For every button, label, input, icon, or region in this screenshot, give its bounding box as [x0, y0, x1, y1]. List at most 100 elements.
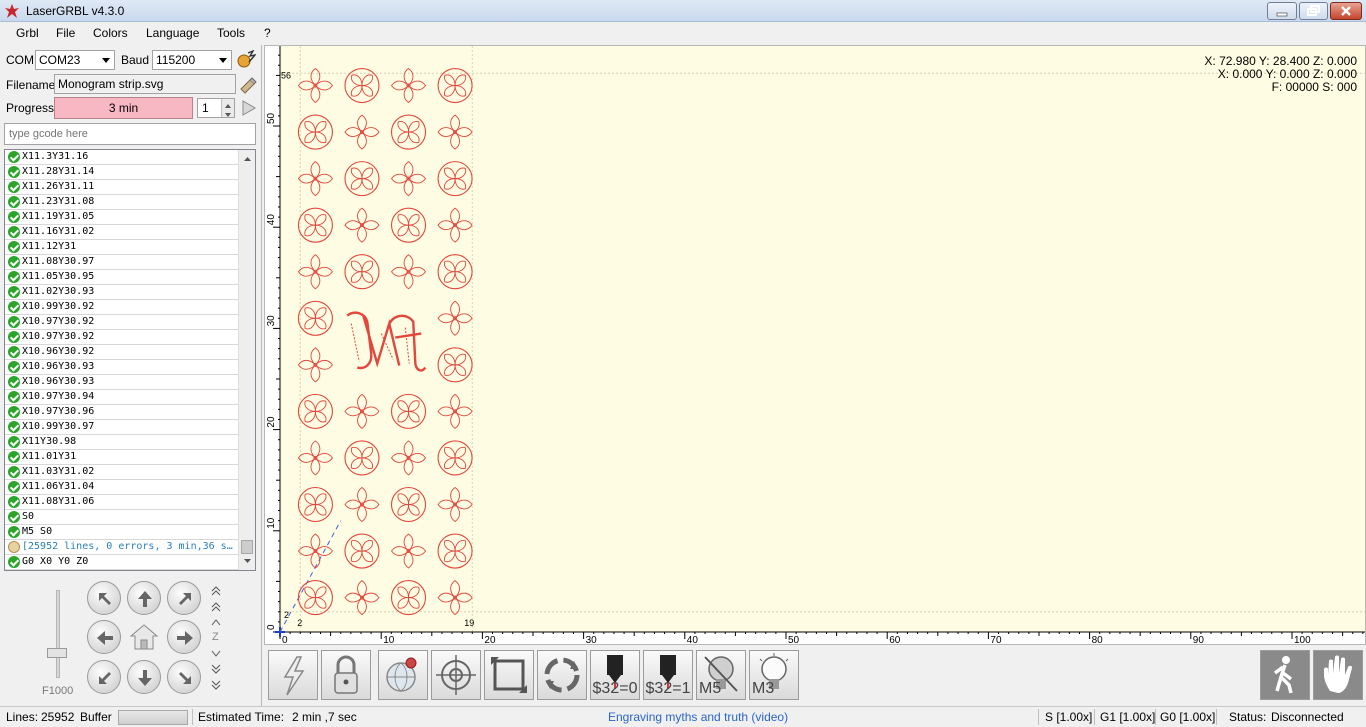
check-circle-icon [8, 451, 20, 463]
log-row[interactable]: X11.16Y31.02 [5, 225, 239, 240]
estimated-time-value: 2 min ,7 sec [292, 710, 357, 724]
log-row[interactable]: X11.28Y31.14 [5, 165, 239, 180]
log-row[interactable]: X10.97Y30.94 [5, 390, 239, 405]
log-row[interactable]: X11.02Y30.93 [5, 285, 239, 300]
log-row[interactable]: X11.12Y31 [5, 240, 239, 255]
s-override[interactable]: S [1.00x] [1045, 710, 1092, 724]
log-row[interactable]: X10.96Y30.93 [5, 375, 239, 390]
restore-button[interactable] [1299, 2, 1328, 20]
log-row[interactable]: X11.23Y31.08 [5, 195, 239, 210]
resume-button[interactable] [1260, 650, 1310, 700]
z-up-medium-icon[interactable] [207, 601, 225, 613]
unlock-button[interactable] [321, 650, 371, 700]
baud-rate-select[interactable]: 115200 [152, 50, 232, 70]
feed-rate-label: F1000 [42, 685, 74, 697]
menu-language[interactable]: Language [146, 26, 199, 40]
menu-tools[interactable]: Tools [217, 26, 245, 40]
log-row[interactable]: X11.26Y31.11 [5, 180, 239, 195]
jog-se-button[interactable] [167, 660, 201, 694]
com-port-select[interactable]: COM23 [35, 50, 115, 70]
laser-mode-off-label: $32=0 [592, 680, 638, 697]
filename-value: Monogram strip.svg [58, 77, 164, 91]
log-row[interactable]: X11.08Y30.97 [5, 255, 239, 270]
x-tick-label: 80 [1092, 635, 1104, 644]
scroll-up-icon [244, 157, 251, 161]
stepper-down-button[interactable] [221, 108, 234, 117]
menu-file[interactable]: File [56, 26, 75, 40]
log-scrollbar[interactable] [238, 150, 255, 570]
log-row[interactable]: X11.08Y31.06 [5, 495, 239, 510]
home-icon [129, 624, 159, 650]
status-separator [1155, 709, 1156, 725]
log-row[interactable]: X10.96Y30.92 [5, 345, 239, 360]
jog-nw-button[interactable] [87, 581, 121, 615]
z-down-medium-icon[interactable] [207, 663, 225, 675]
stepper-up-button[interactable] [221, 99, 234, 108]
feed-slider-track[interactable] [56, 590, 60, 678]
laser-mode-on-button[interactable]: $32=1 [643, 650, 693, 700]
jog-n-button[interactable] [127, 581, 161, 615]
log-row[interactable]: X10.96Y30.93 [5, 360, 239, 375]
set-zero-button[interactable] [378, 650, 428, 700]
globe-pin-icon [386, 657, 417, 692]
stop-button[interactable] [1313, 650, 1363, 700]
log-row[interactable]: M5 S0 [5, 525, 239, 540]
log-row[interactable]: X10.97Y30.92 [5, 330, 239, 345]
center-button[interactable] [431, 650, 481, 700]
log-row[interactable]: X11.03Y31.02 [5, 465, 239, 480]
z-up-icon[interactable] [207, 617, 225, 629]
passes-stepper[interactable]: 1 [197, 98, 235, 118]
log-row[interactable]: X10.99Y30.97 [5, 420, 239, 435]
jog-ne-button[interactable] [167, 581, 201, 615]
minimize-button[interactable] [1267, 2, 1297, 20]
log-row[interactable]: S0 [5, 510, 239, 525]
close-button[interactable] [1330, 2, 1362, 20]
reset-button[interactable] [268, 650, 318, 700]
run-icon[interactable] [239, 98, 259, 118]
log-row[interactable]: X11.19Y31.05 [5, 210, 239, 225]
open-file-icon[interactable] [238, 75, 258, 95]
log-row[interactable]: X11.01Y31 [5, 450, 239, 465]
gcode-log-list[interactable]: X11.3Y31.16 X11.28Y31.14 X11.26Y31.11 X11.2… [4, 149, 256, 571]
log-row[interactable]: X10.97Y30.92 [5, 315, 239, 330]
frame-button[interactable] [484, 650, 534, 700]
menu-grbl[interactable]: Grbl [16, 26, 39, 40]
log-row[interactable]: X11.06Y31.04 [5, 480, 239, 495]
log-scroll-thumb[interactable] [241, 540, 253, 554]
log-row[interactable]: X10.99Y30.92 [5, 300, 239, 315]
feed-slider-thumb[interactable] [47, 648, 67, 658]
chevron-down-icon [219, 58, 227, 63]
jog-s-button[interactable] [127, 660, 161, 694]
z-down-fast-icon[interactable] [207, 679, 225, 691]
g1-override[interactable]: G1 [1.00x] [1100, 710, 1155, 724]
log-row[interactable]: [25952 lines, 0 errors, 3 min,36 s… [5, 540, 239, 555]
log-row[interactable]: X11Y30.98 [5, 435, 239, 450]
laser-on-button[interactable]: M3 [749, 650, 799, 700]
menu-help[interactable]: ? [264, 26, 271, 40]
com-label: COM [6, 53, 34, 67]
video-link[interactable]: Engraving myths and truth (video) [608, 710, 788, 724]
gcode-input[interactable] [4, 123, 256, 145]
y-tick-label: 0 [266, 624, 277, 630]
home-button[interactable] [127, 620, 161, 654]
laser-mode-off-button[interactable]: $32=0 [590, 650, 640, 700]
bound-ymax-label: 56 [281, 70, 291, 80]
log-row[interactable]: G0 X0 Y0 Z0 [5, 555, 239, 570]
jog-w-button[interactable] [87, 620, 121, 654]
log-row-text: X10.96Y30.93 [22, 376, 95, 387]
menu-colors[interactable]: Colors [93, 26, 128, 40]
z-up-fast-icon[interactable] [207, 585, 225, 597]
cycle-button[interactable] [537, 650, 587, 700]
g0-override[interactable]: G0 [1.00x] [1160, 710, 1215, 724]
check-circle-icon [8, 511, 20, 523]
log-row[interactable]: X11.05Y30.95 [5, 270, 239, 285]
jog-e-button[interactable] [167, 620, 201, 654]
laser-off-button[interactable]: M5 [696, 650, 746, 700]
log-row[interactable]: X11.3Y31.16 [5, 150, 239, 165]
refresh-cycle-icon [544, 657, 580, 693]
z-down-icon[interactable] [207, 647, 225, 659]
log-row[interactable]: X10.97Y30.96 [5, 405, 239, 420]
connect-icon[interactable] [236, 50, 256, 70]
preview-canvas[interactable]: 0 10 20 30 40 50 60 70 80 90 100 0 10 20 30 40 50 2 19 2 56 … [264, 45, 1366, 645]
jog-sw-button[interactable] [87, 660, 121, 694]
